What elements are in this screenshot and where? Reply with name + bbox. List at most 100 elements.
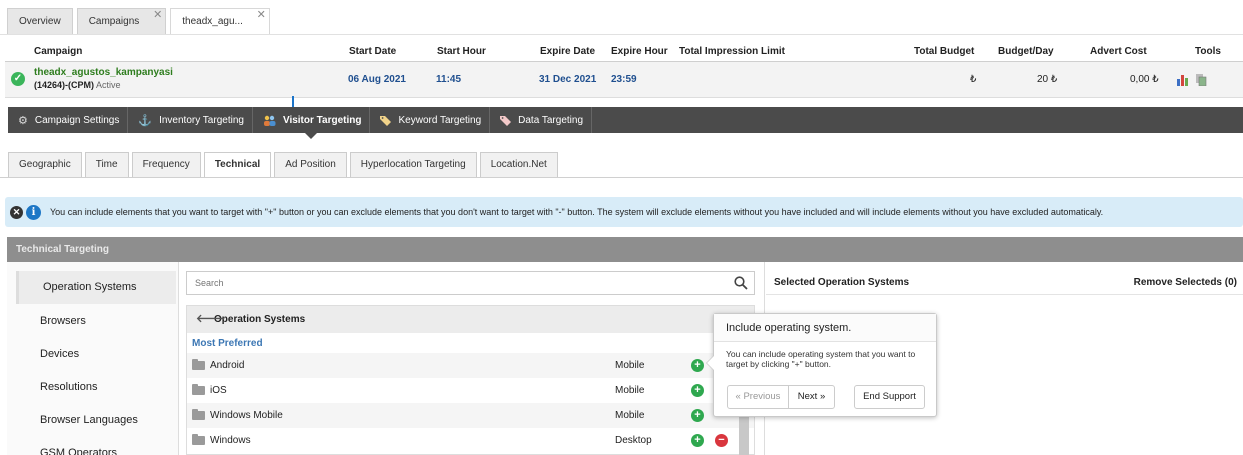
campaign-status: Active bbox=[96, 80, 121, 90]
divider bbox=[0, 34, 1243, 35]
tab-label: Campaigns bbox=[88, 16, 140, 27]
active-check-icon: ✓ bbox=[11, 72, 25, 86]
menu-browser-languages[interactable]: Browser Languages bbox=[16, 404, 176, 437]
top-tab-bar: Overview Campaigns ✕ theadx_agu... ✕ bbox=[7, 8, 270, 35]
remove-selecteds-button[interactable]: Remove Selecteds (0) bbox=[1134, 271, 1237, 295]
total-budget-value: ₺ bbox=[970, 74, 977, 85]
menu-devices[interactable]: Devices bbox=[16, 338, 176, 371]
advert-cost-value: 0,00 ₺ bbox=[1130, 74, 1159, 85]
include-plus-icon[interactable]: + bbox=[691, 434, 704, 447]
nav-campaign-settings[interactable]: ⚙ Campaign Settings bbox=[8, 107, 129, 133]
tab-label: theadx_agu... bbox=[182, 16, 243, 27]
nav-label: Data Targeting bbox=[518, 114, 583, 126]
nav-keyword-targeting[interactable]: Keyword Targeting bbox=[370, 107, 491, 133]
folder-icon bbox=[192, 359, 205, 370]
popover-title: Include operating system. bbox=[714, 314, 936, 342]
nav-label: Keyword Targeting bbox=[398, 114, 482, 126]
targeting-subtabs: Geographic Time Frequency Technical Ad P… bbox=[8, 152, 558, 178]
list-item: Android Mobile + bbox=[187, 353, 754, 378]
info-banner: ✕ i You can include elements that you wa… bbox=[5, 197, 1243, 227]
folder-icon bbox=[192, 409, 205, 420]
technical-menu: Operation Systems Browsers Devices Resol… bbox=[7, 262, 179, 455]
list-title: Operation Systems bbox=[214, 314, 306, 325]
close-icon[interactable]: ✕ bbox=[153, 8, 162, 22]
campaign-subinfo: (14264)-(CPM) Active bbox=[34, 80, 121, 90]
include-plus-icon[interactable]: + bbox=[691, 384, 704, 397]
nav-data-targeting[interactable]: Data Targeting bbox=[490, 107, 592, 133]
tab-geographic[interactable]: Geographic bbox=[8, 152, 82, 177]
back-arrow-icon[interactable]: 🡐 bbox=[196, 306, 226, 333]
expire-date-value: 31 Dec 2021 bbox=[539, 74, 597, 85]
expire-hour-value: 23:59 bbox=[611, 74, 637, 85]
col-campaign: Campaign bbox=[34, 46, 83, 57]
menu-browsers[interactable]: Browsers bbox=[16, 305, 176, 338]
section-label: Most Preferred bbox=[192, 338, 263, 349]
tab-overview[interactable]: Overview bbox=[7, 8, 73, 34]
campaign-row[interactable]: ✓ theadx_agustos_kampanyasi (14264)-(CPM… bbox=[5, 62, 1243, 98]
os-name: Windows bbox=[210, 435, 251, 446]
next-button[interactable]: Next » bbox=[788, 385, 835, 409]
anchor-icon: ⚓ bbox=[138, 114, 153, 127]
tab-location-net[interactable]: Location.Net bbox=[479, 152, 558, 177]
search-input[interactable] bbox=[187, 272, 717, 294]
col-advert-cost: Advert Cost bbox=[1090, 46, 1147, 57]
tab-time[interactable]: Time bbox=[84, 152, 129, 177]
search-box bbox=[186, 271, 755, 295]
campaign-id-type: (14264)-(CPM) bbox=[34, 80, 95, 90]
os-list: 🡐 Operation Systems Most Preferred Andro… bbox=[186, 305, 755, 455]
close-icon[interactable]: ✕ bbox=[257, 8, 266, 22]
col-budget-day: Budget/Day bbox=[998, 46, 1054, 57]
col-expire-date: Expire Date bbox=[540, 46, 596, 57]
campaign-name[interactable]: theadx_agustos_kampanyasi bbox=[34, 67, 173, 78]
tab-campaigns[interactable]: Campaigns ✕ bbox=[76, 8, 167, 34]
tab-ad-position[interactable]: Ad Position bbox=[274, 152, 347, 177]
close-icon[interactable]: ✕ bbox=[10, 205, 23, 219]
menu-resolutions[interactable]: Resolutions bbox=[16, 371, 176, 404]
info-text: You can include elements that you want t… bbox=[50, 207, 1104, 217]
list-item: Windows Mobile Mobile + bbox=[187, 403, 754, 428]
folder-icon bbox=[192, 384, 205, 395]
tag-icon bbox=[380, 115, 392, 126]
tag-icon bbox=[500, 115, 512, 126]
selected-header: Selected Operation Systems Remove Select… bbox=[766, 271, 1243, 295]
copy-icon[interactable] bbox=[1196, 74, 1207, 86]
tab-frequency[interactable]: Frequency bbox=[131, 152, 201, 177]
nav-inventory-targeting[interactable]: ⚓ Inventory Targeting bbox=[128, 107, 253, 133]
search-icon[interactable] bbox=[734, 276, 748, 290]
info-icon: i bbox=[26, 204, 41, 220]
tab-hyperlocation[interactable]: Hyperlocation Targeting bbox=[349, 152, 477, 177]
col-total-budget: Total Budget bbox=[914, 46, 975, 57]
include-plus-icon[interactable]: + bbox=[691, 409, 704, 422]
include-plus-icon[interactable]: + bbox=[691, 359, 704, 372]
guide-popover: Include operating system. You can includ… bbox=[706, 313, 937, 417]
selected-title: Selected Operation Systems bbox=[774, 277, 910, 288]
col-start-date: Start Date bbox=[349, 46, 397, 57]
start-hour-value: 11:45 bbox=[436, 74, 462, 85]
os-type: Mobile bbox=[615, 360, 645, 371]
panel-title: Technical Targeting bbox=[7, 237, 1243, 262]
tab-campaign-detail[interactable]: theadx_agu... ✕ bbox=[170, 8, 270, 35]
nav-label: Visitor Targeting bbox=[282, 114, 362, 126]
col-tools: Tools bbox=[1195, 46, 1221, 57]
menu-gsm-operators[interactable]: GSM Operators bbox=[16, 437, 176, 455]
list-header: 🡐 Operation Systems bbox=[187, 306, 754, 333]
os-name: iOS bbox=[210, 385, 227, 396]
nav-label: Campaign Settings bbox=[34, 114, 120, 126]
os-type: Mobile bbox=[615, 410, 645, 421]
popover-body: You can include operating system that yo… bbox=[726, 349, 916, 369]
budget-day-value: 20 ₺ bbox=[1037, 74, 1058, 85]
exclude-minus-icon[interactable]: − bbox=[715, 434, 728, 447]
col-expire-hour: Expire Hour bbox=[611, 46, 668, 57]
people-icon bbox=[263, 115, 276, 126]
chart-icon[interactable] bbox=[1177, 74, 1189, 86]
menu-operation-systems[interactable]: Operation Systems bbox=[16, 271, 176, 304]
end-support-button[interactable]: End Support bbox=[854, 385, 925, 409]
folder-icon bbox=[192, 434, 205, 445]
targeting-nav: ⚙ Campaign Settings ⚓ Inventory Targetin… bbox=[8, 107, 1243, 139]
tab-technical[interactable]: Technical bbox=[203, 152, 272, 178]
divider bbox=[0, 177, 1243, 178]
os-name: Android bbox=[210, 360, 245, 371]
previous-button[interactable]: « Previous bbox=[727, 385, 789, 409]
nav-visitor-targeting[interactable]: Visitor Targeting bbox=[253, 107, 371, 139]
list-item: Windows Desktop + − bbox=[187, 428, 754, 453]
